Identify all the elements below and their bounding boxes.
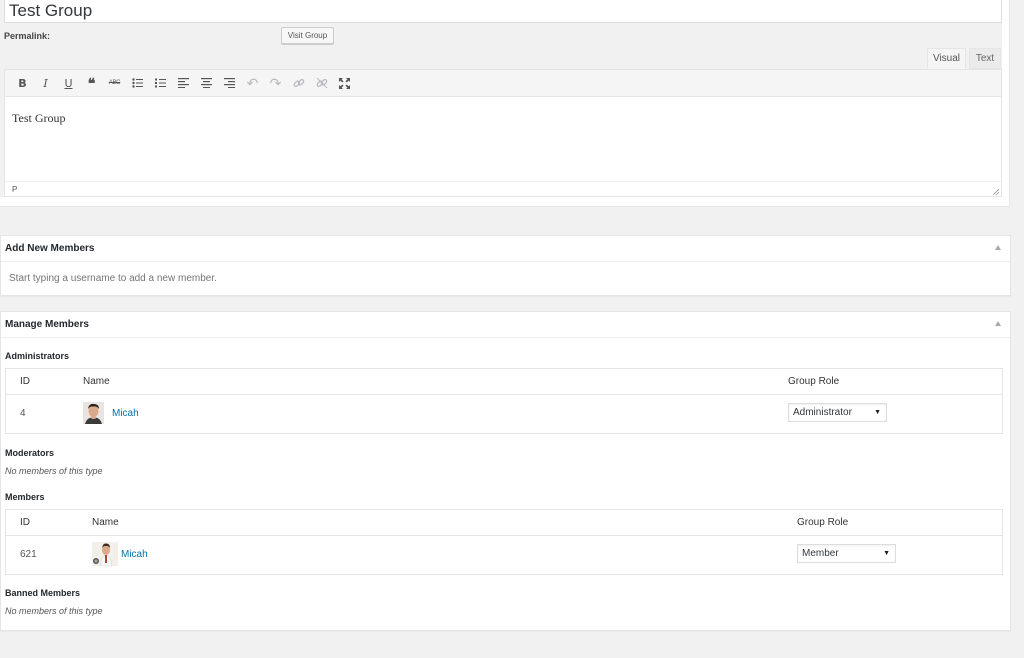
banned-members-heading: Banned Members — [5, 588, 81, 598]
undo-icon[interactable]: ↶ — [241, 72, 264, 94]
members-table: ID Name Group Role 621 Micah Member ▼ — [5, 509, 1003, 575]
group-role-value: Member — [802, 548, 839, 559]
fullscreen-icon[interactable] — [333, 72, 356, 94]
remove-link-icon[interactable] — [310, 72, 333, 94]
manage-members-header[interactable]: Manage Members — [1, 312, 1010, 338]
username-search-input[interactable] — [5, 264, 1005, 292]
dropdown-caret-icon: ▼ — [883, 550, 890, 557]
bulleted-list-icon[interactable] — [126, 72, 149, 94]
administrators-heading: Administrators — [5, 351, 70, 361]
table-row: 621 Micah Member ▼ — [6, 536, 1002, 574]
table-header-row: ID Name Group Role — [6, 369, 1002, 395]
editor-card-edge — [1002, 0, 1010, 207]
dropdown-caret-icon: ▼ — [874, 409, 881, 416]
tab-text[interactable]: Text — [969, 48, 1001, 69]
column-group-role: Group Role — [788, 376, 840, 387]
bold-icon[interactable]: B — [11, 72, 34, 94]
avatar — [83, 402, 104, 424]
collapse-arrow-icon[interactable] — [995, 245, 1001, 250]
permalink-label: Permalink: — [4, 31, 51, 41]
visit-group-button[interactable]: Visit Group — [281, 27, 334, 44]
strikethrough-icon[interactable]: ABC — [103, 72, 126, 94]
editor-toolbar: B I U ❝ ABC ↶ ↷ — [5, 70, 1001, 97]
add-members-title: Add New Members — [5, 243, 95, 254]
group-role-select[interactable]: Member ▼ — [797, 544, 896, 563]
italic-icon[interactable]: I — [34, 72, 57, 94]
align-center-icon[interactable] — [195, 72, 218, 94]
blockquote-icon[interactable]: ❝ — [80, 72, 103, 94]
administrators-table: ID Name Group Role 4 Micah Administrator… — [5, 368, 1003, 434]
align-right-icon[interactable] — [218, 72, 241, 94]
column-name: Name — [92, 517, 119, 528]
title-input[interactable] — [5, 0, 1001, 22]
collapse-arrow-icon[interactable] — [995, 321, 1001, 326]
table-header-row: ID Name Group Role — [6, 510, 1002, 536]
resize-handle-icon[interactable] — [993, 189, 999, 195]
align-left-icon[interactable] — [172, 72, 195, 94]
group-role-select[interactable]: Administrator ▼ — [788, 403, 887, 422]
avatar — [92, 542, 118, 566]
tab-visual[interactable]: Visual — [927, 48, 966, 69]
manage-members-box: Manage Members Administrators ID Name Gr… — [0, 311, 1011, 631]
member-id: 4 — [20, 408, 26, 419]
table-row: 4 Micah Administrator ▼ — [6, 395, 1002, 433]
add-members-header[interactable]: Add New Members — [1, 236, 1010, 262]
insert-link-icon[interactable] — [287, 72, 310, 94]
editor-card-footer — [0, 197, 1010, 207]
manage-members-title: Manage Members — [5, 319, 89, 330]
member-name-link[interactable]: Micah — [112, 395, 139, 433]
title-field-wrapper — [4, 0, 1002, 23]
column-id: ID — [20, 376, 30, 387]
numbered-list-icon[interactable] — [149, 72, 172, 94]
member-name-link[interactable]: Micah — [121, 536, 148, 574]
editor-content-area[interactable]: Test Group — [5, 97, 1001, 181]
editor-statusbar: P — [5, 181, 1001, 197]
add-members-box: Add New Members — [0, 235, 1011, 296]
column-id: ID — [20, 517, 30, 528]
column-group-role: Group Role — [797, 517, 849, 528]
moderators-empty-text: No members of this type — [5, 466, 103, 476]
group-role-value: Administrator — [793, 407, 852, 418]
rich-text-editor: B I U ❝ ABC ↶ ↷ Test Group P — [4, 69, 1002, 197]
moderators-heading: Moderators — [5, 448, 55, 458]
redo-icon[interactable]: ↷ — [264, 72, 287, 94]
members-heading: Members — [5, 492, 45, 502]
underline-icon[interactable]: U — [57, 72, 80, 94]
element-path[interactable]: P — [12, 185, 17, 194]
banned-members-empty-text: No members of this type — [5, 606, 103, 616]
member-id: 621 — [20, 549, 37, 560]
column-name: Name — [83, 376, 110, 387]
